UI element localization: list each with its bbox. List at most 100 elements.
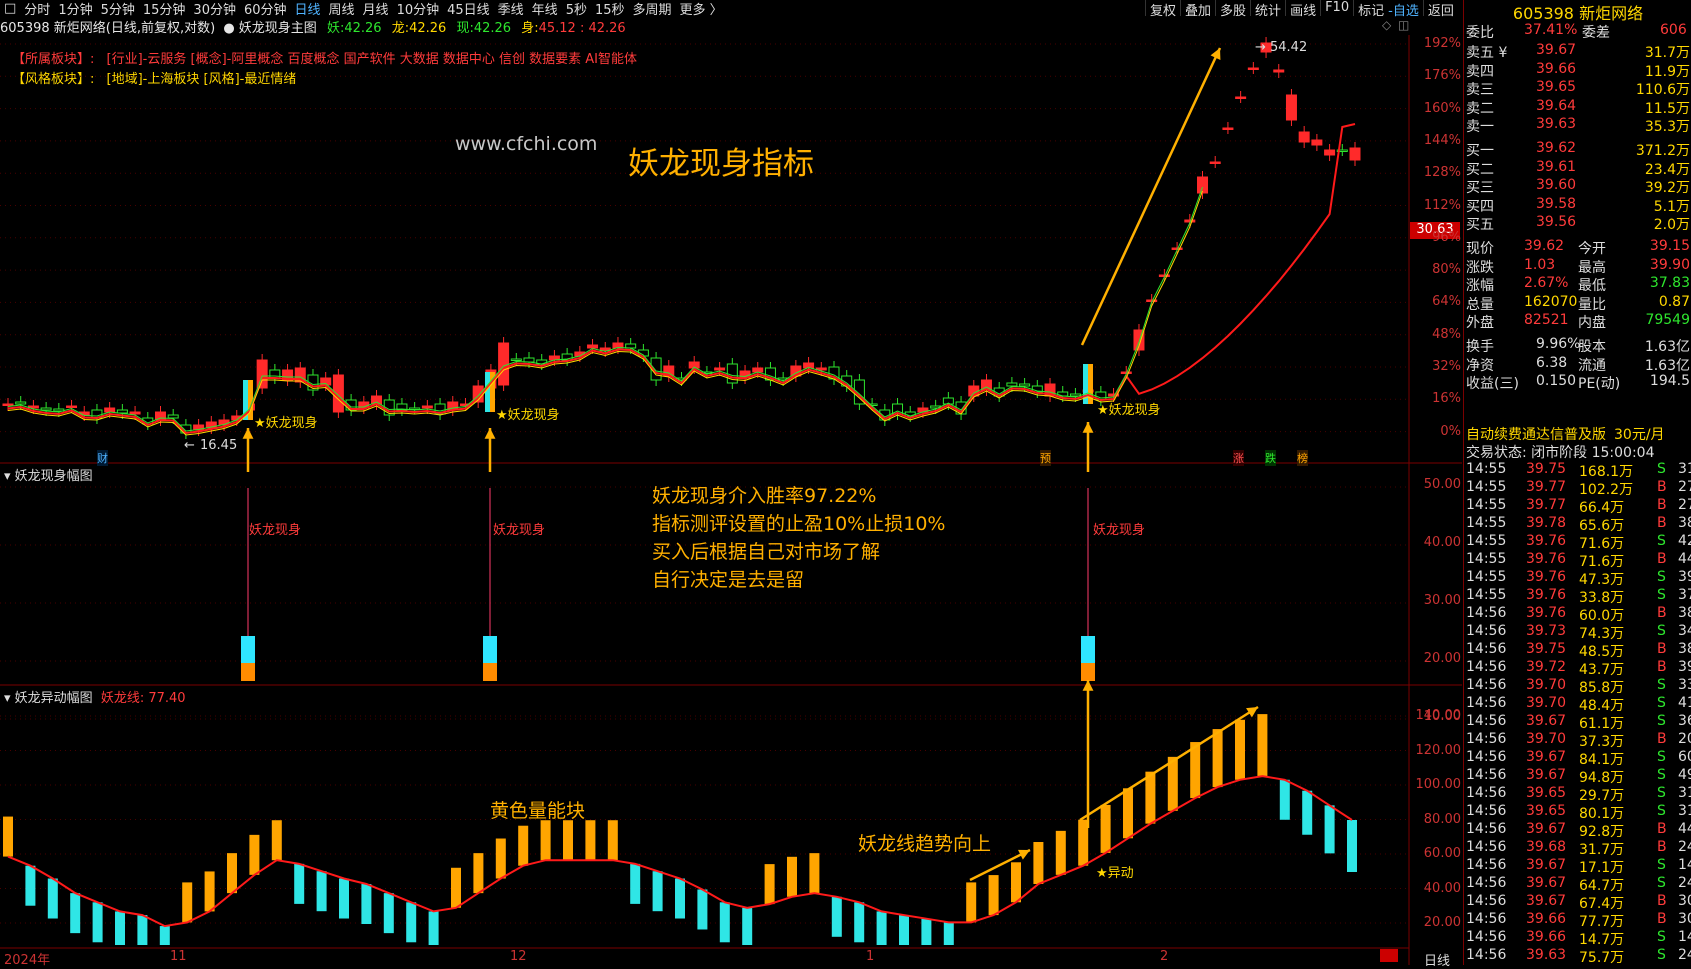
tick-side: B [1657,839,1667,855]
ma-line-green [7,186,1203,432]
tick-count: 31 [1678,803,1691,819]
x-label-dec: 12 [510,949,527,964]
candle-body[interactable] [510,358,522,361]
amplitude-bar [921,918,932,945]
amplitude-bar [25,865,36,906]
trade-status: 交易状态: 闭市阶段 15:00:04 [1464,442,1691,461]
candle-body[interactable] [1197,176,1209,194]
x-label-feb: 2 [1160,949,1169,964]
candle-body[interactable] [40,407,52,411]
event-mark-yu[interactable]: 预 [1040,450,1051,466]
ask-price: 39.67 [1536,42,1577,58]
tick-row: 14:56 39.63 75.7万 S 24 [1464,947,1691,965]
tick-row: 14:56 39.70 85.8万 S 33 [1464,677,1691,696]
tick-volume: 17.1万 [1579,860,1625,876]
panel3-header: ▾ 妖龙异动幅图 妖龙线: 77.40 [4,687,186,706]
amplitude-bar [361,884,372,924]
ad-text[interactable]: 自动续费通达信普及版 [1466,424,1606,444]
weibi-row: 委比 37.41% 委差 606 [1464,22,1691,41]
tick-count: 33 [1678,677,1691,693]
candle-body[interactable] [1311,139,1323,146]
tick-price: 39.70 [1526,677,1567,693]
candle-body[interactable] [2,403,14,406]
tick-row: 14:55 39.76 47.3万 S 39 [1464,569,1691,588]
y-tick: 160% [1423,100,1461,116]
panel2-toggle-icon[interactable]: ▾ [4,469,11,484]
tick-count: 34 [1678,623,1691,639]
amplitude-bar [899,915,909,945]
tick-count: 39 [1678,659,1691,675]
candle-body[interactable] [116,409,128,414]
event-mark-cai[interactable]: 财 [97,450,108,466]
panel2-title[interactable]: 妖龙现身幅图 [15,469,93,484]
bid-volume: 2.0万 [1653,217,1690,233]
scroll-marker[interactable] [1380,949,1398,962]
candle-body[interactable] [15,401,27,405]
candle-body[interactable] [1285,94,1297,121]
ask-label: 卖三 [1466,82,1494,98]
candle-body[interactable] [104,407,116,413]
amplitude-bar [1100,804,1111,853]
amplitude-bar [1279,779,1290,820]
panel3-toggle-icon[interactable]: ▾ [4,691,11,706]
tick-time: 14:56 [1466,659,1507,675]
x-label-jan: 1 [866,949,875,964]
tick-side: S [1657,623,1666,639]
candle-body[interactable] [1349,147,1361,161]
candle-body[interactable] [714,367,726,371]
candle-body[interactable] [371,395,383,405]
candle-body[interactable] [1019,383,1031,387]
tick-side: B [1657,641,1667,657]
candle-body[interactable] [1235,96,1247,99]
candle-body[interactable] [498,342,510,386]
amplitude-bar [854,902,865,943]
amplitude-bar [742,907,753,945]
candle-body[interactable] [421,405,433,409]
y-tick: 96% [1432,229,1461,245]
event-mark-bang[interactable]: 榜 [1297,450,1308,466]
quote-value: 0.87 [1658,293,1690,310]
candle-body[interactable] [1324,149,1336,156]
candle-body[interactable] [269,369,281,379]
candle-body[interactable] [1298,131,1310,143]
candle-body[interactable] [1247,67,1259,70]
panel3-title[interactable]: 妖龙异动幅图 [15,691,93,706]
bid-row: 买三 39.60 39.2万 [1464,177,1691,196]
tick-count: 38 [1678,641,1691,657]
stat-label: PE(动) [1578,376,1621,392]
candle-body[interactable] [129,411,141,415]
note-line-4: 自行决定是去是留 [652,569,805,591]
candle-body[interactable] [154,411,166,421]
tick-volume: 84.1万 [1579,752,1625,768]
tick-volume: 71.6万 [1579,554,1625,570]
event-mark-zhang[interactable]: 涨 [1233,450,1244,466]
tick-time: 14:56 [1466,857,1507,873]
candle-body[interactable] [752,367,764,373]
candle-body[interactable] [1222,127,1234,130]
quote-label: 最低 [1578,278,1606,294]
candle-body[interactable] [1273,69,1285,73]
ad-banner[interactable]: 自动续费通达信普及版 30元/月 [1464,424,1691,444]
candle-body[interactable] [66,405,78,408]
amplitude-bar [966,882,977,923]
panel2-y-axis: 50.00 40.00 30.00 20.00 10.00 [1409,463,1461,724]
signal-bar-cyan [241,636,255,663]
amplitude-bar [3,816,13,857]
candle-body[interactable] [587,344,599,349]
ad-price[interactable]: 30元/月 [1614,424,1665,444]
panel3-y-axis: 140.00 120.00 100.00 80.00 60.00 40.00 20.00 [1409,685,1462,948]
tick-count: 41 [1678,695,1691,711]
candle-body[interactable] [167,414,179,419]
candle-body[interactable] [1006,382,1018,387]
candle-body[interactable] [1209,161,1221,164]
tick-row: 14:56 39.67 17.1万 S 14 [1464,857,1691,876]
y-tick: 60.00 [1423,846,1461,861]
high-marker-arrow: → [1255,40,1266,55]
ask-volume: 11.5万 [1644,100,1690,117]
quote-label: 现价 [1466,241,1494,257]
period-label[interactable]: 日线 [1424,950,1450,969]
tick-time: 14:56 [1466,641,1507,657]
quote-value: 39.15 [1649,238,1690,254]
amplitude-bar [1167,756,1178,811]
event-mark-die[interactable]: 跌 [1265,450,1276,466]
